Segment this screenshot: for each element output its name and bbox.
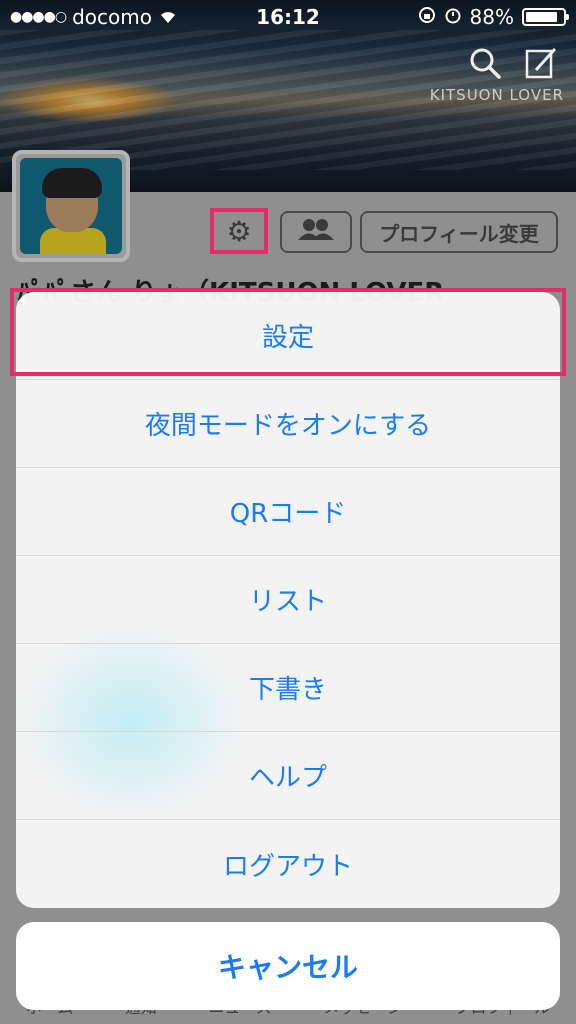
status-bar: ●●●●○ docomo 16:12 88% (0, 0, 576, 32)
banner-title: KITSUON LOVER (429, 86, 564, 104)
qr-code-menu-item[interactable]: QRコード (16, 468, 560, 556)
cancel-button[interactable]: キャンセル (16, 922, 560, 1010)
rotation-lock-icon (418, 5, 436, 29)
edit-profile-button[interactable]: プロフィール変更 (360, 211, 558, 253)
gear-icon: ⚙ (226, 214, 252, 248)
logout-menu-item[interactable]: ログアウト (16, 820, 560, 908)
users-icon (296, 217, 336, 247)
help-menu-item[interactable]: ヘルプ (16, 732, 560, 820)
search-icon[interactable] (468, 46, 502, 88)
night-mode-menu-item[interactable]: 夜間モードをオンにする (16, 380, 560, 468)
alarm-icon (444, 5, 462, 29)
banner-icons (468, 46, 558, 88)
lists-menu-item[interactable]: リスト (16, 556, 560, 644)
settings-button[interactable]: ⚙ (210, 208, 268, 254)
action-sheet: 設定 夜間モードをオンにする QRコード リスト 下書き ヘルプ ログアウト (16, 292, 560, 908)
follow-button[interactable] (280, 211, 352, 253)
compose-icon[interactable] (524, 46, 558, 88)
avatar[interactable] (12, 150, 130, 262)
highlight-frame (10, 288, 566, 376)
battery-icon (522, 8, 569, 26)
drafts-menu-item[interactable]: 下書き (16, 644, 560, 732)
battery-percent: 88% (469, 5, 514, 29)
